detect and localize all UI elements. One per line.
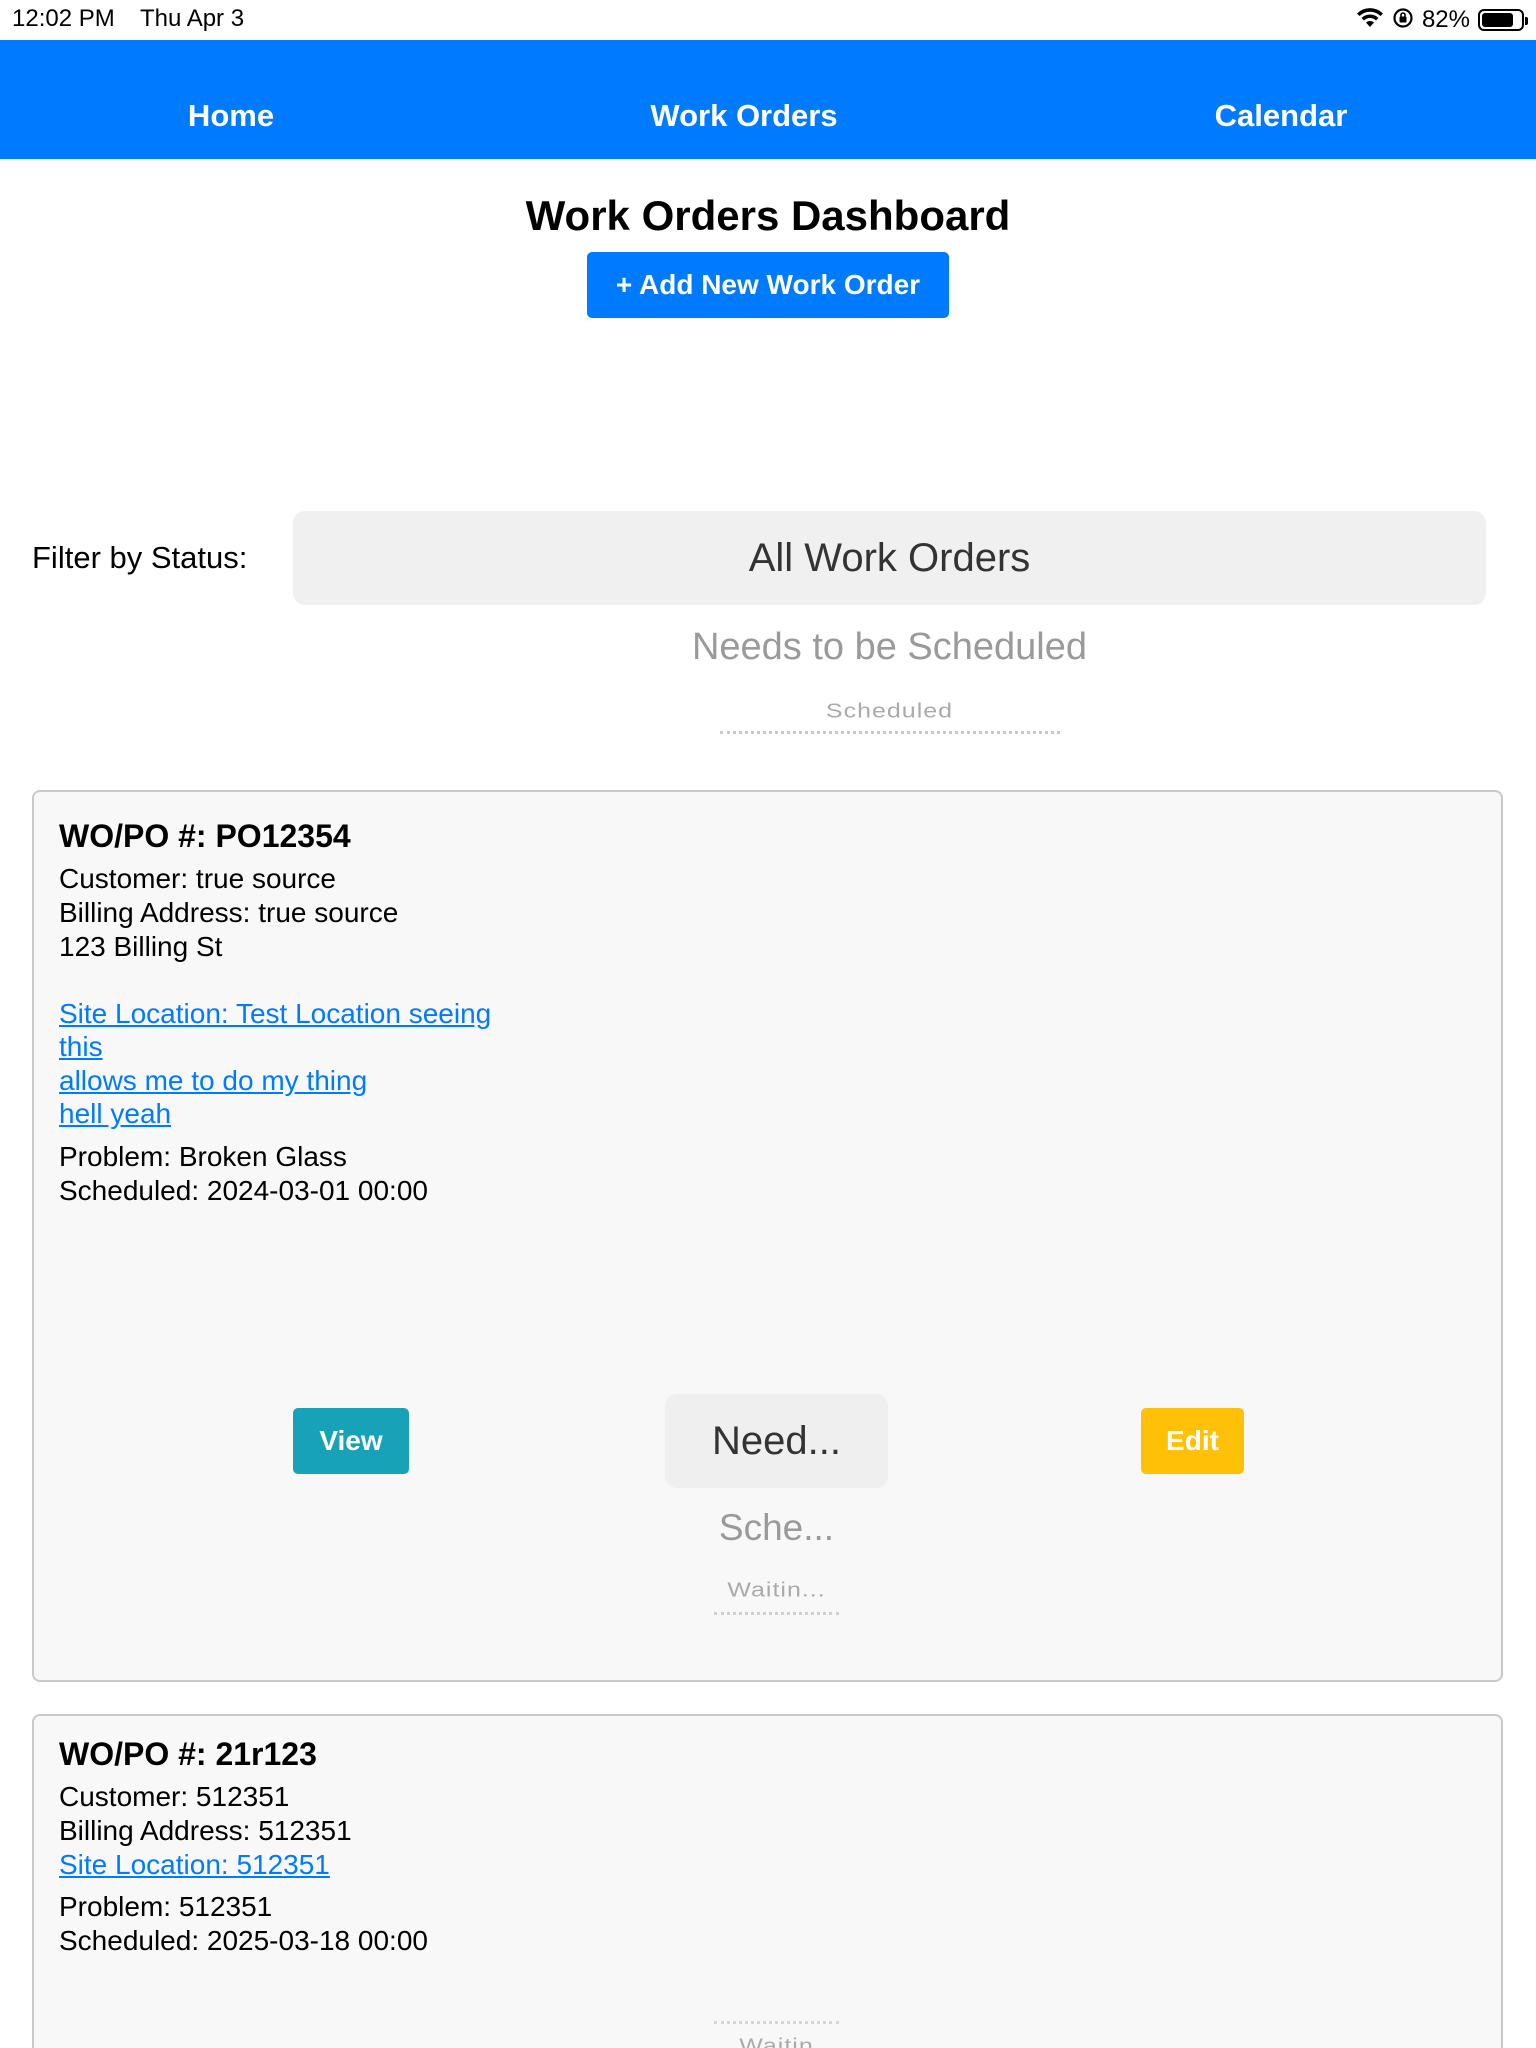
battery-tip bbox=[1525, 17, 1528, 25]
status-picker-option[interactable]: Waitin... bbox=[665, 1579, 888, 1602]
billing-address-text: Billing Address: true source bbox=[59, 897, 399, 928]
top-nav: Home Work Orders Calendar bbox=[0, 40, 1536, 159]
status-time: 12:02 PM bbox=[12, 5, 115, 32]
wo-number: WO/PO #: PO12354 bbox=[59, 818, 351, 854]
status-filter-picker[interactable]: All Work Orders bbox=[293, 511, 1486, 605]
site-location-link[interactable]: Site Location: Test Location seeing bbox=[59, 997, 491, 1031]
status-indicators: 82% bbox=[1356, 4, 1528, 36]
battery-level-fill bbox=[1482, 13, 1514, 27]
nav-work-orders-link[interactable]: Work Orders bbox=[650, 98, 837, 134]
picker-option[interactable]: Scheduled bbox=[293, 700, 1486, 723]
site-location-link[interactable]: this bbox=[59, 1030, 103, 1064]
site-location-link[interactable]: Site Location: 512351 bbox=[59, 1848, 330, 1882]
billing-address-line2: 123 Billing St bbox=[59, 931, 223, 962]
view-button[interactable]: View bbox=[293, 1408, 409, 1474]
customer-text: Customer: 512351 bbox=[59, 1781, 290, 1812]
battery-icon bbox=[1478, 9, 1528, 31]
nav-calendar-link[interactable]: Calendar bbox=[1215, 98, 1348, 134]
orientation-lock-icon bbox=[1392, 7, 1414, 34]
problem-text: Problem: 512351 bbox=[59, 1891, 273, 1922]
wifi-icon bbox=[1356, 7, 1384, 34]
wo-number: WO/PO #: 21r123 bbox=[59, 1736, 317, 1772]
status-picker[interactable]: Need... bbox=[665, 1394, 888, 1488]
add-work-order-button[interactable]: + Add New Work Order bbox=[587, 252, 949, 318]
filter-label: Filter by Status: bbox=[32, 540, 248, 575]
nav-home-link[interactable]: Home bbox=[188, 98, 274, 134]
work-order-card: WO/PO #: 21r123 Customer: 512351 Billing… bbox=[32, 1714, 1503, 2048]
site-location-link[interactable]: allows me to do my thing bbox=[59, 1064, 367, 1098]
status-date: Thu Apr 3 bbox=[140, 5, 245, 32]
problem-text: Problem: Broken Glass bbox=[59, 1141, 347, 1172]
battery-percent: 82% bbox=[1421, 6, 1470, 33]
picker-option-faded bbox=[720, 731, 1060, 735]
edit-button[interactable]: Edit bbox=[1141, 1408, 1244, 1474]
site-location-link[interactable]: hell yeah bbox=[59, 1097, 171, 1131]
status-picker-option-faded bbox=[714, 2021, 839, 2024]
page-title: Work Orders Dashboard bbox=[525, 192, 1011, 239]
status-picker-option[interactable]: Sche... bbox=[665, 1507, 888, 1549]
status-bar: 12:02 PM Thu Apr 3 82% bbox=[0, 0, 1536, 40]
status-picker-option[interactable]: Waitin bbox=[665, 2035, 888, 2048]
scheduled-text: Scheduled: 2024-03-01 00:00 bbox=[59, 1175, 428, 1206]
work-order-card: WO/PO #: PO12354 Customer: true source B… bbox=[32, 790, 1503, 1682]
picker-option[interactable]: Needs to be Scheduled bbox=[293, 626, 1486, 669]
customer-text: Customer: true source bbox=[59, 863, 336, 894]
billing-address-text: Billing Address: 512351 bbox=[59, 1815, 352, 1846]
scheduled-text: Scheduled: 2025-03-18 00:00 bbox=[59, 1925, 428, 1956]
status-picker-option-faded bbox=[714, 1612, 839, 1615]
